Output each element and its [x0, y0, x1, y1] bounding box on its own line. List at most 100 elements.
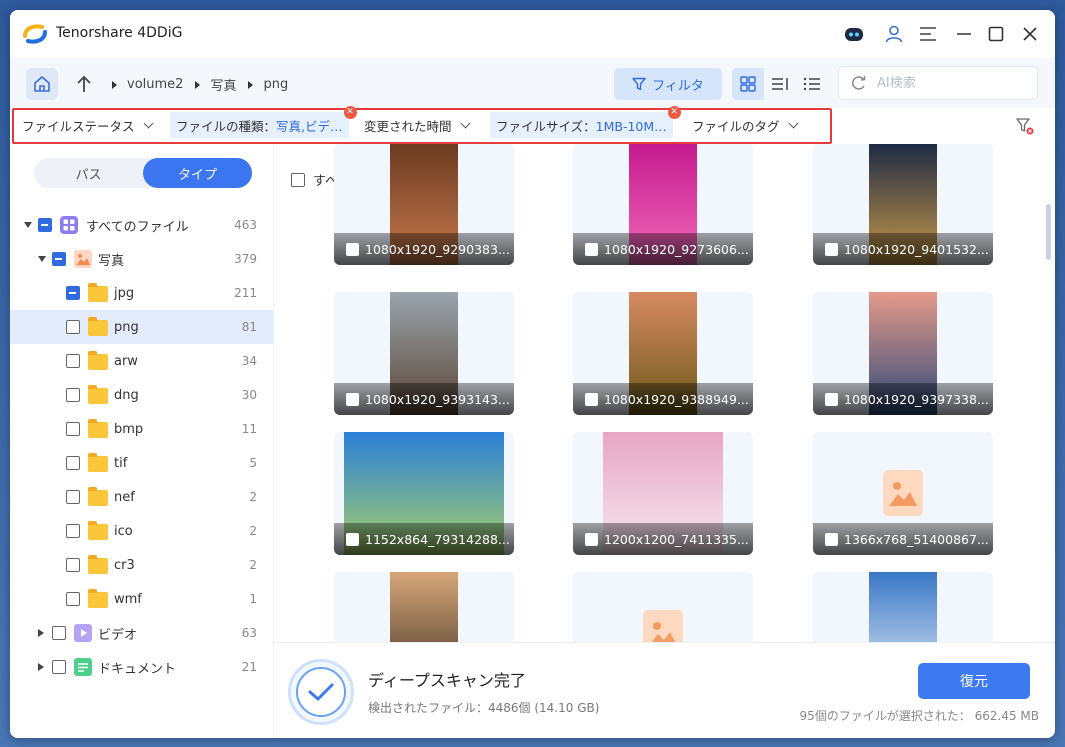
- filter-button[interactable]: フィルタ: [614, 68, 722, 100]
- tile-checkbox[interactable]: [346, 242, 359, 256]
- checkbox[interactable]: [66, 320, 80, 334]
- caret-right-icon[interactable]: [38, 629, 44, 637]
- close-icon[interactable]: [1018, 22, 1042, 46]
- list-view-button[interactable]: [796, 68, 828, 100]
- tree-item-cr3[interactable]: cr3 2: [10, 548, 273, 582]
- checkbox[interactable]: [66, 286, 80, 300]
- file-tile[interactable]: 1152x864_79314288...: [334, 432, 514, 555]
- tile-checkbox[interactable]: [585, 242, 598, 256]
- filter-modified-time[interactable]: 変更された時間: [358, 112, 475, 138]
- tile-checkbox[interactable]: [585, 532, 598, 546]
- search-input[interactable]: [877, 75, 1017, 91]
- checkbox[interactable]: [66, 592, 80, 606]
- tree-item-label: ビデオ: [98, 627, 138, 643]
- checkbox[interactable]: [66, 490, 80, 504]
- scan-status-detail: 検出されたファイル：4486個 (14.10 GB): [368, 701, 600, 715]
- tile-checkbox[interactable]: [346, 392, 359, 406]
- caret-right-icon[interactable]: [38, 663, 44, 671]
- folder-icon: [88, 453, 108, 472]
- filter-file-size[interactable]: ファイルサイズ：1MB-10M… ✕: [490, 106, 681, 138]
- select-all-checkbox[interactable]: [291, 172, 305, 187]
- view-mode-group: [732, 68, 828, 100]
- app-title: Tenorshare 4DDiG: [56, 25, 183, 41]
- menu-icon[interactable]: [916, 22, 940, 46]
- file-tile[interactable]: 1080x1920_9393143...: [334, 292, 514, 415]
- tree-item-dng[interactable]: dng 30: [10, 378, 273, 412]
- selection-info: 95個のファイルが選択された： 662.45 MB: [799, 709, 1039, 723]
- file-caption: 1080x1920_9393143...: [334, 383, 514, 415]
- tile-checkbox[interactable]: [346, 532, 359, 546]
- clear-file-size-icon[interactable]: ✕: [667, 106, 681, 119]
- breadcrumb-arrow-icon: [248, 80, 254, 89]
- checkbox[interactable]: [66, 524, 80, 538]
- detail-view-button[interactable]: [764, 68, 796, 100]
- tree-item-photos[interactable]: 写真 379: [10, 242, 273, 276]
- checkbox[interactable]: [52, 626, 66, 640]
- grid-scrollbar[interactable]: [1046, 204, 1051, 260]
- recover-button[interactable]: 復元: [918, 663, 1030, 699]
- file-tile[interactable]: [573, 572, 753, 642]
- caret-down-icon[interactable]: [38, 256, 46, 262]
- file-tile[interactable]: [813, 572, 993, 642]
- home-button[interactable]: [26, 68, 58, 100]
- tile-checkbox[interactable]: [585, 392, 598, 406]
- file-thumbnail: [869, 572, 937, 642]
- tab-path[interactable]: パス: [34, 158, 143, 188]
- clear-file-type-icon[interactable]: ✕: [343, 106, 357, 119]
- file-tile[interactable]: 1080x1920_9388949...: [573, 292, 753, 415]
- tree-item-documents[interactable]: ドキュメント 21: [10, 650, 273, 684]
- tree-item-jpg[interactable]: jpg 211: [10, 276, 273, 310]
- filter-file-type-label: ファイルの種類：: [176, 118, 277, 134]
- checkbox[interactable]: [66, 388, 80, 402]
- file-caption: 1080x1920_9401532...: [813, 233, 993, 265]
- file-tile[interactable]: [334, 572, 514, 642]
- checkbox[interactable]: [66, 456, 80, 470]
- tree-item-wmf[interactable]: wmf 1: [10, 582, 273, 616]
- file-name: 1080x1920_9388949...: [604, 391, 749, 407]
- tree-item-ico[interactable]: ico 2: [10, 514, 273, 548]
- caret-down-icon[interactable]: [24, 222, 32, 228]
- tree-item-label: ドキュメント: [98, 661, 177, 677]
- tree-item-png[interactable]: png 81: [10, 310, 273, 344]
- video-category-icon: [74, 624, 92, 642]
- file-tile[interactable]: 1366x768_51400867...: [813, 432, 993, 555]
- tab-type[interactable]: タイプ: [143, 158, 252, 188]
- tile-checkbox[interactable]: [825, 532, 838, 546]
- tile-checkbox[interactable]: [825, 392, 838, 406]
- maximize-icon[interactable]: [984, 22, 1008, 46]
- filter-file-tag[interactable]: ファイルのタグ: [686, 112, 803, 138]
- checkbox[interactable]: [66, 422, 80, 436]
- file-tile[interactable]: 1200x1200_7411335...: [573, 432, 753, 555]
- tree-item-nef[interactable]: nef 2: [10, 480, 273, 514]
- file-tile[interactable]: 1080x1920_9290383...: [334, 144, 514, 265]
- breadcrumb-item-photo[interactable]: 写真: [210, 75, 236, 94]
- user-icon[interactable]: [882, 22, 906, 46]
- breadcrumb-item-volume[interactable]: volume2: [127, 77, 183, 92]
- tree-item-label: 写真: [98, 253, 125, 269]
- tree-item-label: dng: [114, 387, 139, 403]
- clear-filters-icon[interactable]: [1015, 116, 1035, 136]
- checkbox[interactable]: [66, 354, 80, 368]
- tree-item-arw[interactable]: arw 34: [10, 344, 273, 378]
- file-tile[interactable]: 1080x1920_9397338...: [813, 292, 993, 415]
- filter-file-status[interactable]: ファイルステータス: [16, 112, 158, 138]
- tree-item-bmp[interactable]: bmp 11: [10, 412, 273, 446]
- checkbox[interactable]: [52, 252, 66, 266]
- ai-bot-icon[interactable]: [842, 22, 866, 46]
- breadcrumb-item-png[interactable]: png: [263, 77, 288, 92]
- tree-item-tif[interactable]: tif 5: [10, 446, 273, 480]
- tile-checkbox[interactable]: [825, 242, 838, 256]
- filter-file-type[interactable]: ファイルの種類：写真,ビデ… ✕: [170, 106, 357, 138]
- checkbox[interactable]: [66, 558, 80, 572]
- grid-view-button[interactable]: [732, 68, 764, 100]
- minimize-icon[interactable]: [952, 22, 976, 46]
- tree-item-video[interactable]: ビデオ 63: [10, 616, 273, 650]
- checkbox[interactable]: [52, 660, 66, 674]
- ai-search-box[interactable]: [838, 66, 1038, 100]
- checkbox[interactable]: [38, 218, 52, 232]
- file-tile[interactable]: 1080x1920_9401532...: [813, 144, 993, 265]
- up-button[interactable]: [70, 68, 98, 100]
- tree-item-all-files[interactable]: すべてのファイル 463: [10, 208, 273, 242]
- file-tile[interactable]: 1080x1920_9273606...: [573, 144, 753, 265]
- sidebar-view-toggle: パス タイプ: [34, 158, 252, 188]
